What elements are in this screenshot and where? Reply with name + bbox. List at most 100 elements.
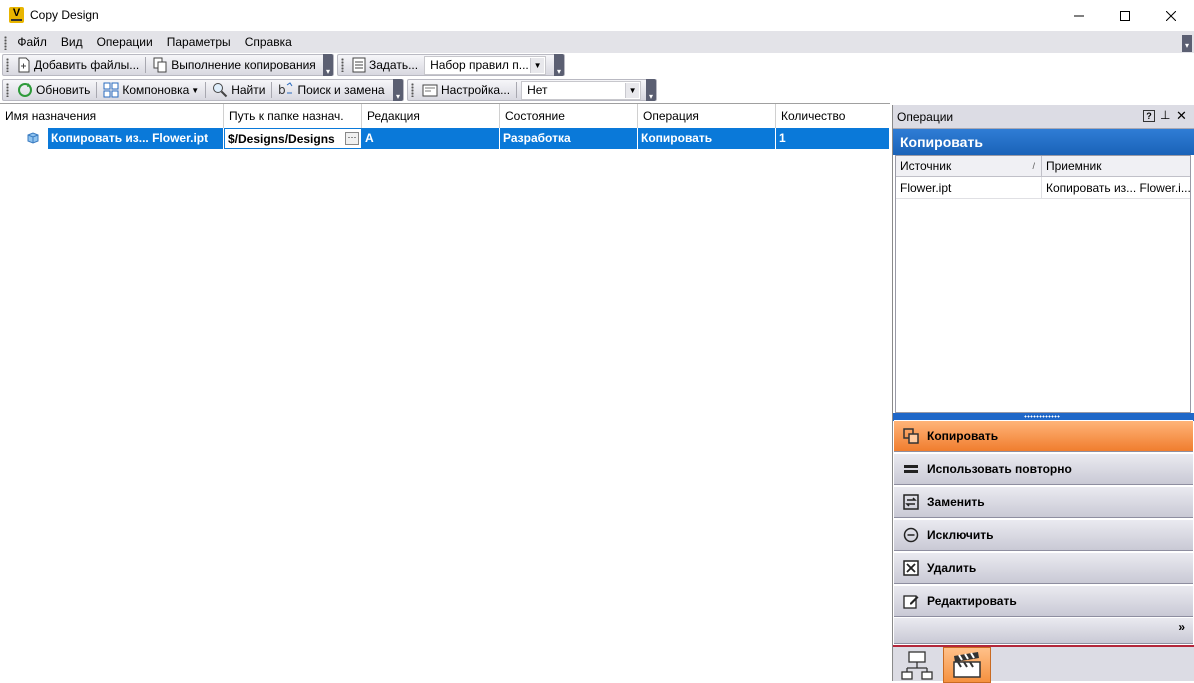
delete-action-button[interactable]: Удалить: [894, 552, 1193, 584]
title-bar: V Copy Design: [0, 0, 1194, 31]
column-header-operation[interactable]: Операция: [638, 104, 776, 128]
find-label: Найти: [231, 83, 266, 97]
add-files-button[interactable]: Добавить файлы...: [13, 55, 143, 75]
copy-action-button[interactable]: Копировать: [894, 420, 1193, 452]
source-header-label: Источник: [900, 159, 952, 173]
path-value: $/Designs/Designs: [228, 132, 335, 146]
cell-operation[interactable]: Копировать: [638, 128, 776, 149]
toolbar-row-2: Обновить Компоновка ▼ Найти b Поиск и за…: [0, 78, 1194, 103]
column-header-state[interactable]: Состояние: [500, 104, 638, 128]
toolbar-overflow[interactable]: ▾: [323, 54, 333, 76]
cell-destination-name[interactable]: Копировать из... Flower.ipt: [48, 128, 224, 149]
find-replace-button[interactable]: b Поиск и замена: [274, 80, 388, 100]
column-header-destination-path[interactable]: Путь к папке назнач.: [224, 104, 362, 128]
toolbar-grip[interactable]: [6, 58, 9, 72]
reuse-action-label: Использовать повторно: [927, 462, 1072, 476]
refresh-icon: [18, 83, 32, 97]
settings-icon: [422, 84, 438, 97]
close-button[interactable]: [1148, 0, 1194, 31]
menu-view[interactable]: Вид: [54, 31, 90, 53]
search-icon: [213, 83, 228, 98]
replace-action-button[interactable]: Заменить: [894, 486, 1193, 518]
tab-operations[interactable]: [943, 647, 991, 683]
refresh-button[interactable]: Обновить: [13, 80, 94, 100]
set-label: Задать...: [369, 58, 419, 72]
execute-copy-button[interactable]: Выполнение копирования: [148, 55, 320, 75]
toolbar-grip[interactable]: [411, 83, 414, 97]
toolbar-overflow[interactable]: ▾: [646, 79, 656, 101]
close-panel-icon[interactable]: ✕: [1176, 108, 1187, 124]
toolbar-overflow[interactable]: ▾: [393, 79, 403, 101]
toolbar-main: Добавить файлы... Выполнение копирования…: [2, 54, 334, 76]
ruleset-select[interactable]: Набор правил п... ▼: [424, 55, 547, 75]
menu-help[interactable]: Справка: [238, 31, 299, 53]
find-button[interactable]: Найти: [208, 80, 269, 100]
menu-parameters[interactable]: Параметры: [160, 31, 238, 53]
cell-state[interactable]: Разработка: [500, 128, 638, 149]
cell-revision[interactable]: A: [362, 128, 500, 149]
delete-icon: [903, 560, 919, 576]
browse-button[interactable]: ···: [345, 132, 359, 145]
cell-target[interactable]: Копировать из... Flower.i...: [1042, 177, 1190, 199]
window-title: Copy Design: [30, 8, 99, 22]
exclude-action-button[interactable]: Исключить: [894, 519, 1193, 551]
tab-structure[interactable]: [893, 647, 941, 683]
svg-text:b: b: [278, 83, 286, 97]
network-icon: [901, 651, 933, 680]
column-header-quantity[interactable]: Количество: [776, 104, 890, 128]
app-icon: V: [9, 7, 24, 23]
ruleset-value: Набор правил п...: [430, 58, 529, 72]
column-header-revision[interactable]: Редакция: [362, 104, 500, 128]
toolbar-grip[interactable]: [6, 83, 9, 97]
list-icon: [352, 57, 366, 73]
cell-destination-path[interactable]: $/Designs/Designs ···: [224, 128, 362, 149]
separator: [205, 82, 207, 98]
execute-copy-label: Выполнение копирования: [171, 58, 316, 72]
edit-action-label: Редактировать: [927, 594, 1017, 608]
chevron-down-icon[interactable]: ▼: [530, 57, 545, 73]
add-files-label: Добавить файлы...: [34, 58, 140, 72]
copy-execute-icon: [153, 57, 167, 73]
panel-title: Операции: [897, 110, 954, 124]
minimize-button[interactable]: [1056, 0, 1102, 31]
chevron-down-icon[interactable]: ▼: [625, 82, 640, 98]
panel-tab-strip: [893, 645, 1194, 683]
separator: [516, 82, 518, 98]
toolbar-view: Обновить Компоновка ▼ Найти b Поиск и за…: [2, 79, 404, 101]
exclude-icon: [903, 527, 919, 543]
separator: [271, 82, 273, 98]
expand-more-icon[interactable]: »: [1178, 620, 1185, 634]
column-header-target[interactable]: Приемник: [1042, 156, 1190, 177]
layout-button[interactable]: Компоновка ▼: [99, 80, 203, 100]
filter-value: Нет: [527, 83, 548, 97]
toolbar-settings: Настройка... Нет ▼ ▾: [407, 79, 657, 101]
settings-label: Настройка...: [441, 83, 511, 97]
reuse-icon: [904, 465, 918, 473]
splitter-grip: [1024, 415, 1060, 418]
set-button[interactable]: Задать...: [348, 55, 422, 75]
layout-icon: [103, 82, 119, 98]
menu-bar: Файл Вид Операции Параметры Справка ▾: [0, 31, 1194, 53]
panel-header: Операции ? ⊥ ✕: [893, 105, 1194, 129]
pin-icon[interactable]: ⊥: [1160, 108, 1170, 122]
replace-icon: [903, 494, 919, 510]
filter-select[interactable]: Нет ▼: [521, 80, 642, 100]
menu-operations[interactable]: Операции: [90, 31, 160, 53]
destination-grid: Имя назначения Путь к папке назнач. Реда…: [0, 103, 890, 681]
maximize-button[interactable]: [1102, 0, 1148, 31]
toolbar-grip[interactable]: [341, 58, 344, 72]
source-target-table: Источник / Приемник Flower.ipt Копироват…: [895, 155, 1191, 413]
help-icon[interactable]: ?: [1143, 110, 1155, 122]
cell-quantity[interactable]: 1: [776, 128, 890, 149]
more-actions-bar[interactable]: »: [894, 618, 1193, 644]
edit-action-button[interactable]: Редактировать: [894, 585, 1193, 617]
settings-button[interactable]: Настройка...: [418, 80, 514, 100]
cell-source[interactable]: Flower.ipt: [896, 177, 1042, 199]
menu-grip[interactable]: [4, 35, 7, 50]
reuse-action-button[interactable]: Использовать повторно: [894, 453, 1193, 485]
menu-file[interactable]: Файл: [10, 31, 54, 53]
column-header-source[interactable]: Источник /: [896, 156, 1042, 177]
column-header-destination-name[interactable]: Имя назначения: [0, 104, 224, 128]
toolbar-overflow[interactable]: ▾: [554, 54, 564, 76]
menu-overflow-button[interactable]: ▾: [1182, 35, 1192, 52]
